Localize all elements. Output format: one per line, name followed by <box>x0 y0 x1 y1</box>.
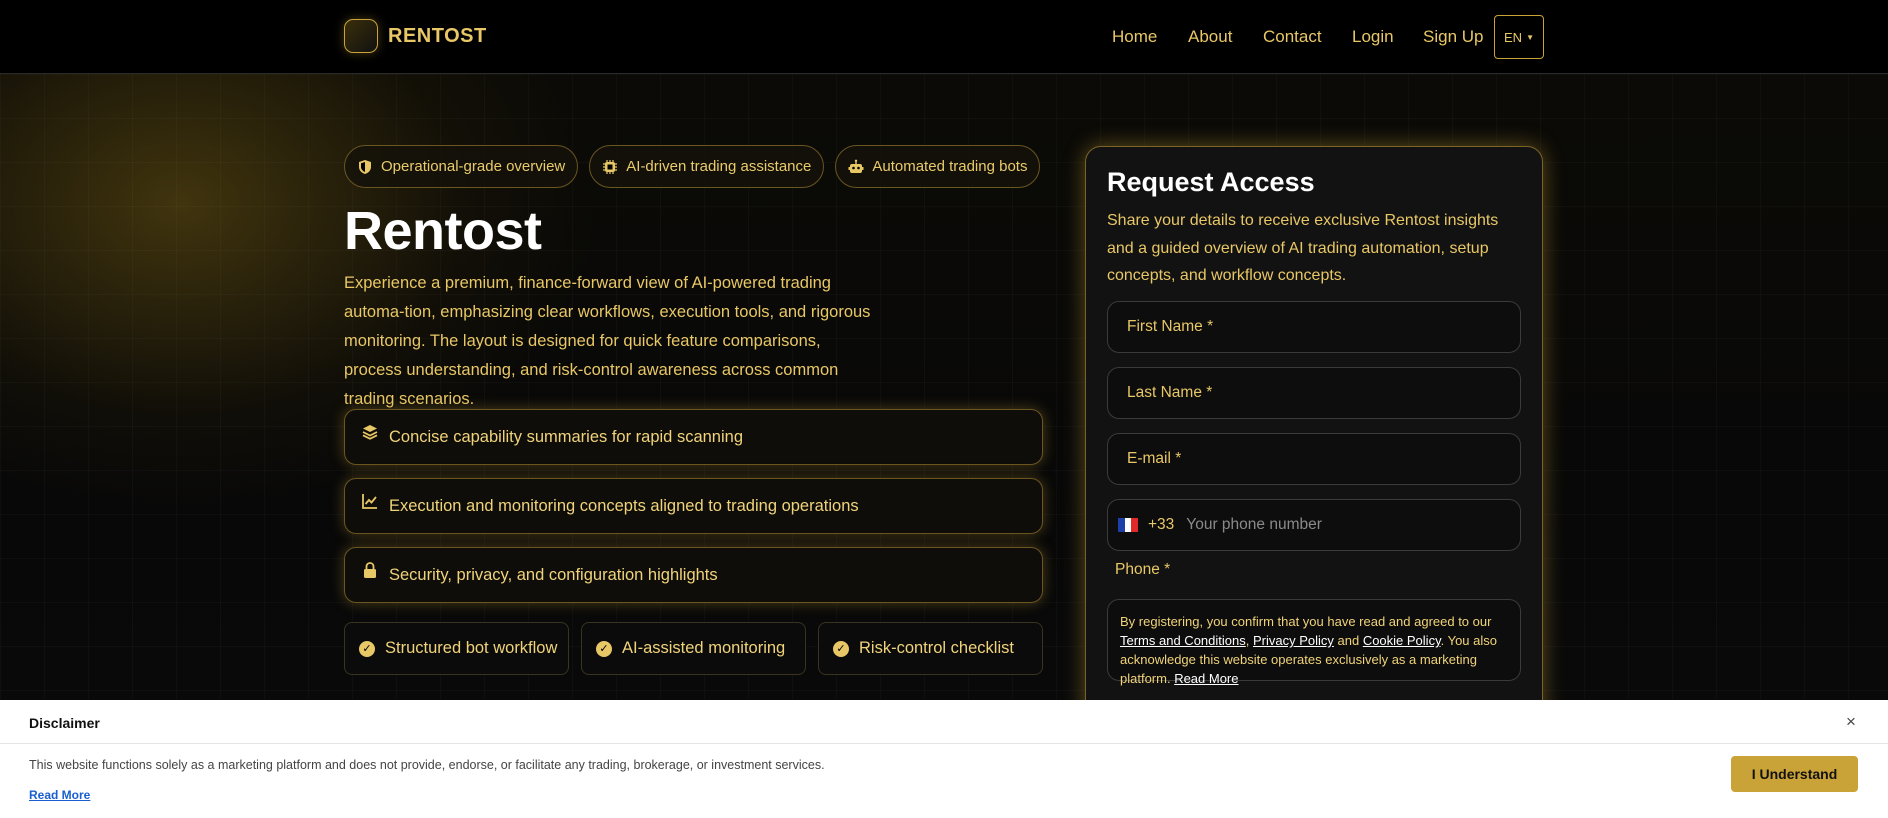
feature-label: Security, privacy, and configuration hig… <box>389 565 718 584</box>
pill-label: Operational-grade overview <box>381 158 566 175</box>
disclaimer-text: This website functions solely as a marke… <box>29 758 825 772</box>
check-icon: ✓ <box>596 640 612 657</box>
request-access-form: Request Access Share your details to rec… <box>1085 146 1543 746</box>
chevron-down-icon: ▼ <box>1526 32 1534 42</box>
feature-label: Concise capability summaries for rapid s… <box>389 427 743 446</box>
chip-ai-monitoring: ✓ AI-assisted monitoring <box>581 622 806 675</box>
disclaimer-banner: Disclaimer × This website functions sole… <box>0 700 1888 818</box>
privacy-link[interactable]: Privacy Policy <box>1253 633 1334 648</box>
nav-signup[interactable]: Sign Up <box>1423 27 1483 47</box>
consent-notice: By registering, you confirm that you hav… <box>1107 599 1521 686</box>
pill-automated-bots: Automated trading bots <box>835 145 1041 188</box>
chip-icon <box>603 159 618 174</box>
check-icon: ✓ <box>359 640 375 657</box>
brand-name: RENTOST <box>388 24 487 47</box>
robot-icon <box>848 159 864 173</box>
france-flag-icon[interactable] <box>1118 518 1139 532</box>
terms-link[interactable]: Terms and Conditions <box>1120 633 1246 648</box>
form-subtitle: Share your details to receive exclusive … <box>1107 212 1499 284</box>
hero-pills: Operational-grade overview AI-driven tra… <box>344 145 1041 188</box>
feature-execution: Execution and monitoring concepts aligne… <box>344 478 1043 534</box>
understand-button[interactable]: I Understand <box>1731 756 1858 792</box>
nav-about[interactable]: About <box>1188 27 1232 47</box>
consent-text: By registering, you confirm that you hav… <box>1120 614 1492 629</box>
check-icon: ✓ <box>833 640 849 657</box>
last-name-field[interactable]: Last Name * <box>1107 367 1521 419</box>
divider <box>0 743 1888 744</box>
consent-comma: , <box>1245 633 1253 648</box>
chip-label: Risk-control checklist <box>859 639 1014 657</box>
feature-label: Execution and monitoring concepts aligne… <box>389 496 859 515</box>
language-label: EN <box>1504 29 1523 45</box>
email-field[interactable]: E-mail * <box>1107 433 1521 485</box>
disclaimer-title: Disclaimer <box>29 715 100 731</box>
first-name-placeholder: First Name * <box>1127 318 1214 335</box>
shield-icon <box>359 159 371 174</box>
disclaimer-read-more-link[interactable]: Read More <box>29 788 90 802</box>
phone-field[interactable]: +33 Your phone number <box>1107 499 1521 551</box>
pill-label: Automated trading bots <box>872 158 1028 175</box>
page-title: Rentost <box>344 201 542 261</box>
pill-ai-driven: AI-driven trading assistance <box>589 145 825 188</box>
chip-label: Structured bot workflow <box>385 639 558 657</box>
feature-capability: Concise capability summaries for rapid s… <box>344 409 1043 465</box>
chip-bot-workflow: ✓ Structured bot workflow <box>344 622 569 675</box>
hero-lead: Experience a premium, finance-forward vi… <box>344 274 871 408</box>
nav-login[interactable]: Login <box>1352 27 1394 47</box>
pill-operational: Operational-grade overview <box>344 145 579 188</box>
nav-contact[interactable]: Contact <box>1263 27 1322 47</box>
chip-risk-control: ✓ Risk-control checklist <box>818 622 1043 675</box>
feature-security: Security, privacy, and configuration hig… <box>344 547 1043 603</box>
layers-icon <box>362 425 378 440</box>
first-name-field[interactable]: First Name * <box>1107 301 1521 353</box>
nav-home[interactable]: Home <box>1112 27 1157 47</box>
close-icon[interactable]: × <box>1846 712 1856 732</box>
consent-read-more-link[interactable]: Read More <box>1174 671 1238 686</box>
email-placeholder: E-mail * <box>1127 450 1182 467</box>
hero-chips: ✓ Structured bot workflow ✓ AI-assisted … <box>344 622 1043 675</box>
cookie-link[interactable]: Cookie Policy <box>1363 633 1441 648</box>
chart-line-icon <box>362 494 377 509</box>
phone-label: Phone * <box>1115 561 1171 578</box>
phone-placeholder: Your phone number <box>1186 516 1322 533</box>
chip-label: AI-assisted monitoring <box>622 639 786 657</box>
logo-icon <box>344 19 378 53</box>
last-name-placeholder: Last Name * <box>1127 384 1213 401</box>
lock-icon <box>364 562 376 578</box>
pill-label: AI-driven trading assistance <box>626 158 812 175</box>
site-header: RENTOST Home About Contact Login Sign Up… <box>0 0 1888 74</box>
brand-logo[interactable]: RENTOST <box>344 19 487 53</box>
consent-and: and <box>1333 633 1363 648</box>
phone-country-code[interactable]: +33 <box>1148 516 1174 534</box>
language-select[interactable]: EN ▼ <box>1494 15 1544 59</box>
form-title: Request Access <box>1107 167 1315 197</box>
